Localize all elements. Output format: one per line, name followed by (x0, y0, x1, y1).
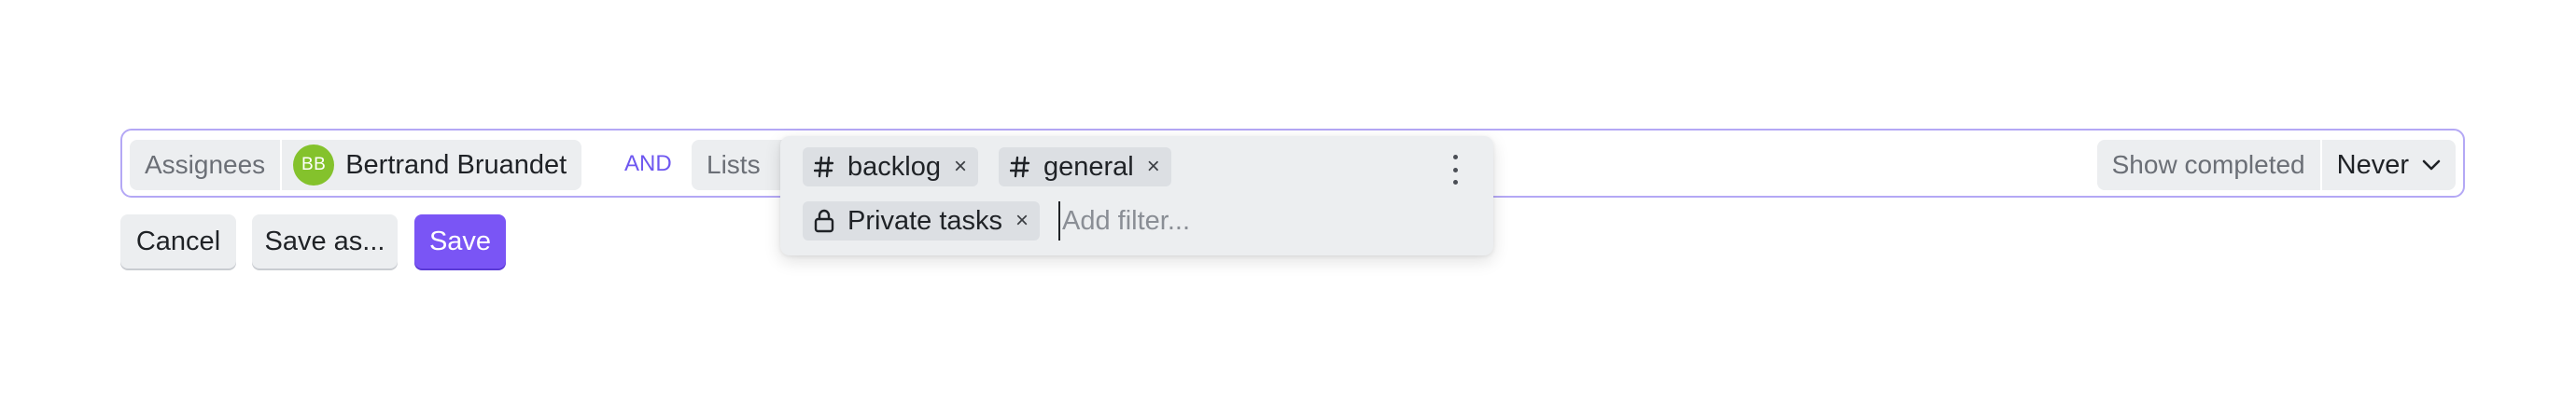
hash-icon (814, 156, 834, 178)
assignees-filter[interactable]: Assignees BB Bertrand Bruandet (130, 140, 582, 190)
add-filter-input[interactable] (1058, 201, 1450, 241)
list-tag-label: general (1043, 151, 1134, 182)
assignee-user-chip[interactable]: BB Bertrand Bruandet (282, 140, 581, 190)
list-tag-general[interactable]: general × (999, 147, 1171, 186)
show-completed-filter[interactable]: Show completed Never (2096, 140, 2456, 190)
remove-tag-icon[interactable]: × (1147, 154, 1160, 180)
more-options-icon[interactable] (1450, 155, 1460, 185)
show-completed-label: Show completed (2111, 150, 2305, 179)
list-tag-private-tasks[interactable]: Private tasks × (803, 201, 1041, 241)
assignees-label: Assignees (145, 150, 266, 179)
lock-icon (814, 209, 834, 233)
list-tag-backlog[interactable]: backlog × (803, 147, 978, 186)
lists-filter-popup: backlog × general × Private tasks × (780, 136, 1493, 255)
remove-tag-icon[interactable]: × (1015, 208, 1029, 234)
show-completed-select[interactable]: Never (2322, 140, 2456, 190)
assignee-name: Bertrand Bruandet (345, 149, 567, 180)
avatar: BB (293, 144, 335, 186)
cancel-button[interactable]: Cancel (120, 214, 236, 268)
lists-label: Lists (707, 150, 761, 179)
save-button[interactable]: Save (414, 214, 506, 268)
show-completed-value: Never (2336, 149, 2409, 180)
chevron-down-icon (2422, 159, 2441, 171)
hash-icon (1010, 156, 1030, 178)
save-as-button[interactable]: Save as... (252, 214, 398, 268)
remove-tag-icon[interactable]: × (954, 154, 967, 180)
and-operator[interactable]: AND (624, 151, 672, 177)
list-tag-label: backlog (847, 151, 941, 182)
list-tag-label: Private tasks (847, 205, 1002, 236)
